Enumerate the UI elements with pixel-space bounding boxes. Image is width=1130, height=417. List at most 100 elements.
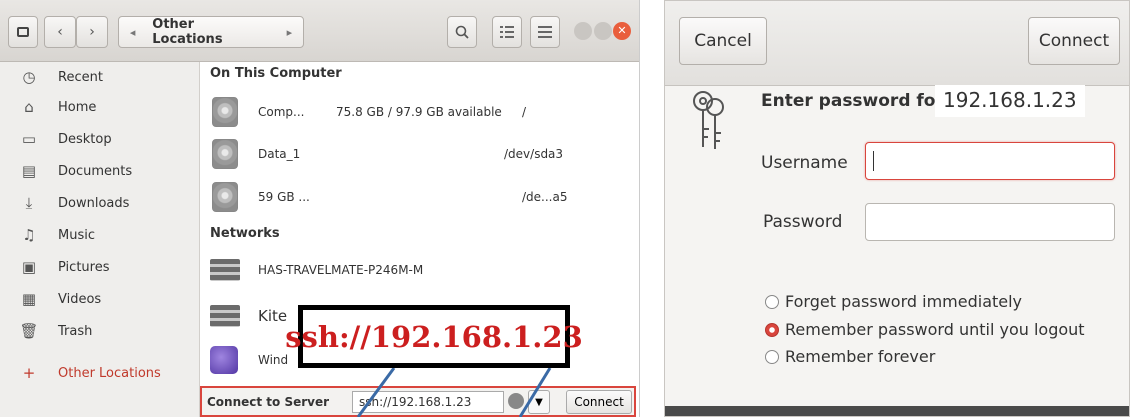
location-mount: /de...a5 (522, 190, 568, 204)
sidebar-item-label: Desktop (58, 131, 112, 147)
path-bar[interactable]: ◂ Other Locations ▸ (118, 16, 304, 48)
radio-label: Remember forever (785, 347, 936, 366)
username-field[interactable] (865, 142, 1115, 180)
list-item[interactable]: Data_1 /dev/sda3 (200, 132, 639, 176)
search-button[interactable] (447, 16, 477, 48)
section-networks: Networks (210, 226, 280, 241)
password-field[interactable] (865, 203, 1115, 241)
section-on-this-computer: On This Computer (210, 66, 342, 81)
sidebar-item-label: Documents (58, 163, 133, 179)
password-dialog: Cancel Connect Enter password for 192.16… (664, 0, 1130, 417)
text-cursor (873, 151, 874, 171)
sidebar-item-label: Videos (58, 291, 102, 307)
radio-unchecked-icon (765, 349, 779, 364)
list-item[interactable]: Comp... 75.8 GB / 97.9 GB available / (200, 90, 639, 134)
recent-icon: ◷ (22, 68, 36, 86)
location-name: Data_1 (258, 147, 301, 161)
radio-remember-forever[interactable]: Remember forever (765, 347, 935, 366)
pictures-icon: ▣ (21, 258, 37, 276)
list-view-button[interactable] (492, 16, 522, 48)
sidebar-item-home[interactable]: ⌂ Home (0, 92, 200, 122)
trash-icon: 🗑 (19, 322, 39, 340)
sidebar-item-label: Trash (58, 323, 93, 339)
sidebar-item-label: Downloads (58, 195, 130, 211)
list-item[interactable]: HAS-TRAVELMATE-P246M-M (200, 248, 639, 292)
chevron-down-icon: ▼ (535, 396, 543, 408)
connect-to-server-bar: Connect to Server ssh://192.168.1.23 ▼ C… (200, 386, 636, 417)
server-address-input[interactable]: ssh://192.168.1.23 (352, 391, 504, 413)
sidebar-item-trash[interactable]: 🗑 Trash (0, 316, 200, 346)
music-icon: ♫ (22, 226, 36, 244)
home-icon: ⌂ (24, 98, 34, 116)
sidebar-item-other-locations[interactable]: + Other Locations (0, 358, 200, 388)
location-name: HAS-TRAVELMATE-P246M-M (258, 263, 424, 277)
sidebar-item-music[interactable]: ♫ Music (0, 220, 200, 250)
dialog-bottom-edge (665, 406, 1129, 416)
drive-icon (212, 139, 238, 169)
sidebar-item-downloads[interactable]: ⤓ Downloads (0, 188, 200, 218)
menu-icon (538, 26, 552, 38)
host-address: 192.168.1.23 (935, 85, 1085, 117)
sidebar-toggle-icon (17, 27, 29, 37)
username-label: Username (761, 153, 848, 173)
search-icon (455, 25, 469, 39)
password-prompt: Enter password for (761, 91, 944, 111)
back-button[interactable]: ‹ (44, 16, 76, 48)
keys-icon (693, 91, 724, 149)
radio-label: Forget password immediately (785, 292, 1023, 311)
radio-remember-until-logout[interactable]: Remember password until you logout (765, 320, 1085, 339)
sidebar-toggle-button[interactable] (8, 16, 38, 48)
forward-button[interactable]: › (76, 16, 108, 48)
sidebar-item-recent[interactable]: ◷ Recent (0, 62, 200, 92)
documents-icon: ▤ (21, 162, 37, 180)
location-name: Wind (258, 353, 289, 367)
location-name: 59 GB ... (258, 190, 310, 204)
sidebar-item-desktop[interactable]: ▭ Desktop (0, 124, 200, 154)
back-icon: ‹ (57, 24, 63, 40)
close-icon[interactable]: ✕ (613, 22, 631, 40)
minimize-icon[interactable] (574, 22, 592, 40)
sidebar-item-videos[interactable]: ▦ Videos (0, 284, 200, 314)
drive-icon (212, 97, 238, 127)
list-item[interactable]: 59 GB ... /de...a5 (200, 175, 639, 219)
plus-icon: + (22, 364, 36, 382)
location-mount: / (522, 105, 527, 119)
videos-icon: ▦ (21, 290, 37, 308)
radio-label: Remember password until you logout (785, 320, 1085, 339)
annotation-callout: ssh://192.168.1.23 (285, 305, 583, 368)
cancel-button[interactable]: Cancel (679, 17, 767, 65)
recent-servers-dropdown[interactable]: ▼ (528, 390, 550, 414)
path-next-icon[interactable]: ▸ (276, 26, 303, 39)
sidebar-item-label: Other Locations (58, 365, 161, 381)
path-prev-icon[interactable]: ◂ (119, 26, 146, 39)
password-label: Password (763, 212, 843, 232)
radio-unchecked-icon (765, 294, 779, 309)
sidebar-item-label: Recent (58, 69, 103, 85)
files-window: ‹ › ◂ Other Locations ▸ ✕ ◷ Recent ⌂ Home … (0, 0, 640, 417)
radio-checked-icon (765, 322, 779, 337)
windows-network-icon (210, 346, 238, 374)
path-label[interactable]: Other Locations (146, 17, 265, 47)
clear-icon[interactable] (508, 393, 524, 409)
location-mount: /dev/sda3 (504, 147, 564, 161)
location-size: 75.8 GB / 97.9 GB available (336, 105, 502, 119)
menu-button[interactable] (530, 16, 560, 48)
connect-to-server-label: Connect to Server (207, 394, 330, 409)
connect-button[interactable]: Connect (566, 390, 632, 414)
dialog-header: Cancel Connect (665, 1, 1129, 86)
downloads-icon: ⤓ (25, 194, 33, 212)
dialog-connect-button[interactable]: Connect (1028, 17, 1120, 65)
location-name: Kite (258, 307, 288, 325)
forward-icon: › (89, 24, 95, 40)
radio-forget-immediately[interactable]: Forget password immediately (765, 292, 1022, 311)
location-name: Comp... (258, 105, 305, 119)
files-toolbar: ‹ › ◂ Other Locations ▸ ✕ (0, 0, 639, 62)
sidebar-item-documents[interactable]: ▤ Documents (0, 156, 200, 186)
sidebar: ◷ Recent ⌂ Home ▭ Desktop ▤ Documents ⤓ Downl… (0, 62, 200, 417)
sidebar-item-pictures[interactable]: ▣ Pictures (0, 252, 200, 282)
network-computer-icon (210, 305, 240, 327)
drive-icon (212, 182, 238, 212)
maximize-icon[interactable] (594, 22, 612, 40)
desktop-icon: ▭ (21, 130, 37, 148)
sidebar-item-label: Home (58, 99, 97, 115)
